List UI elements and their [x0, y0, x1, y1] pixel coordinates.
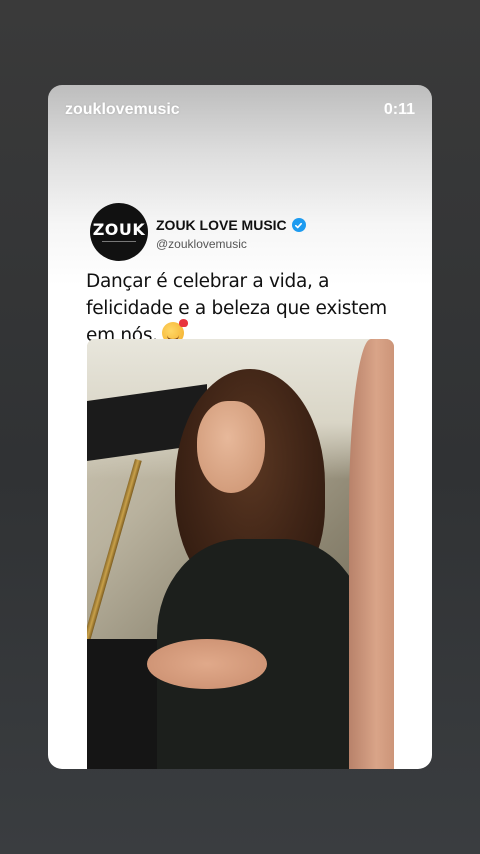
- post-video[interactable]: [87, 339, 394, 769]
- story-username[interactable]: zouklovemusic: [65, 101, 180, 119]
- video-woman-face: [197, 401, 265, 493]
- account-name-label: ZOUK LOVE MUSIC: [156, 217, 287, 233]
- account-name[interactable]: ZOUK LOVE MUSIC: [156, 217, 306, 233]
- avatar-logo-text: ZOUK: [92, 220, 146, 239]
- story-card[interactable]: zouklovemusic 0:11 ZOUK ZOUK LOVE MUSIC …: [48, 85, 432, 769]
- avatar[interactable]: ZOUK: [90, 203, 148, 261]
- video-right-figure: [349, 339, 394, 769]
- post-header: ZOUK ZOUK LOVE MUSIC @zouklovemusic: [90, 203, 410, 263]
- account-handle[interactable]: @zouklovemusic: [156, 237, 247, 251]
- avatar-logo-line: [102, 241, 136, 242]
- post-text-body: Dançar é celebrar a vida, a felicidade e…: [86, 271, 387, 346]
- story-timestamp: 0:11: [383, 101, 415, 118]
- video-woman-hand: [147, 639, 267, 689]
- story-header: zouklovemusic 0:11: [48, 85, 432, 137]
- post-text: Dançar é celebrar a vida, a felicidade e…: [86, 268, 406, 349]
- verified-badge-icon: [291, 218, 306, 232]
